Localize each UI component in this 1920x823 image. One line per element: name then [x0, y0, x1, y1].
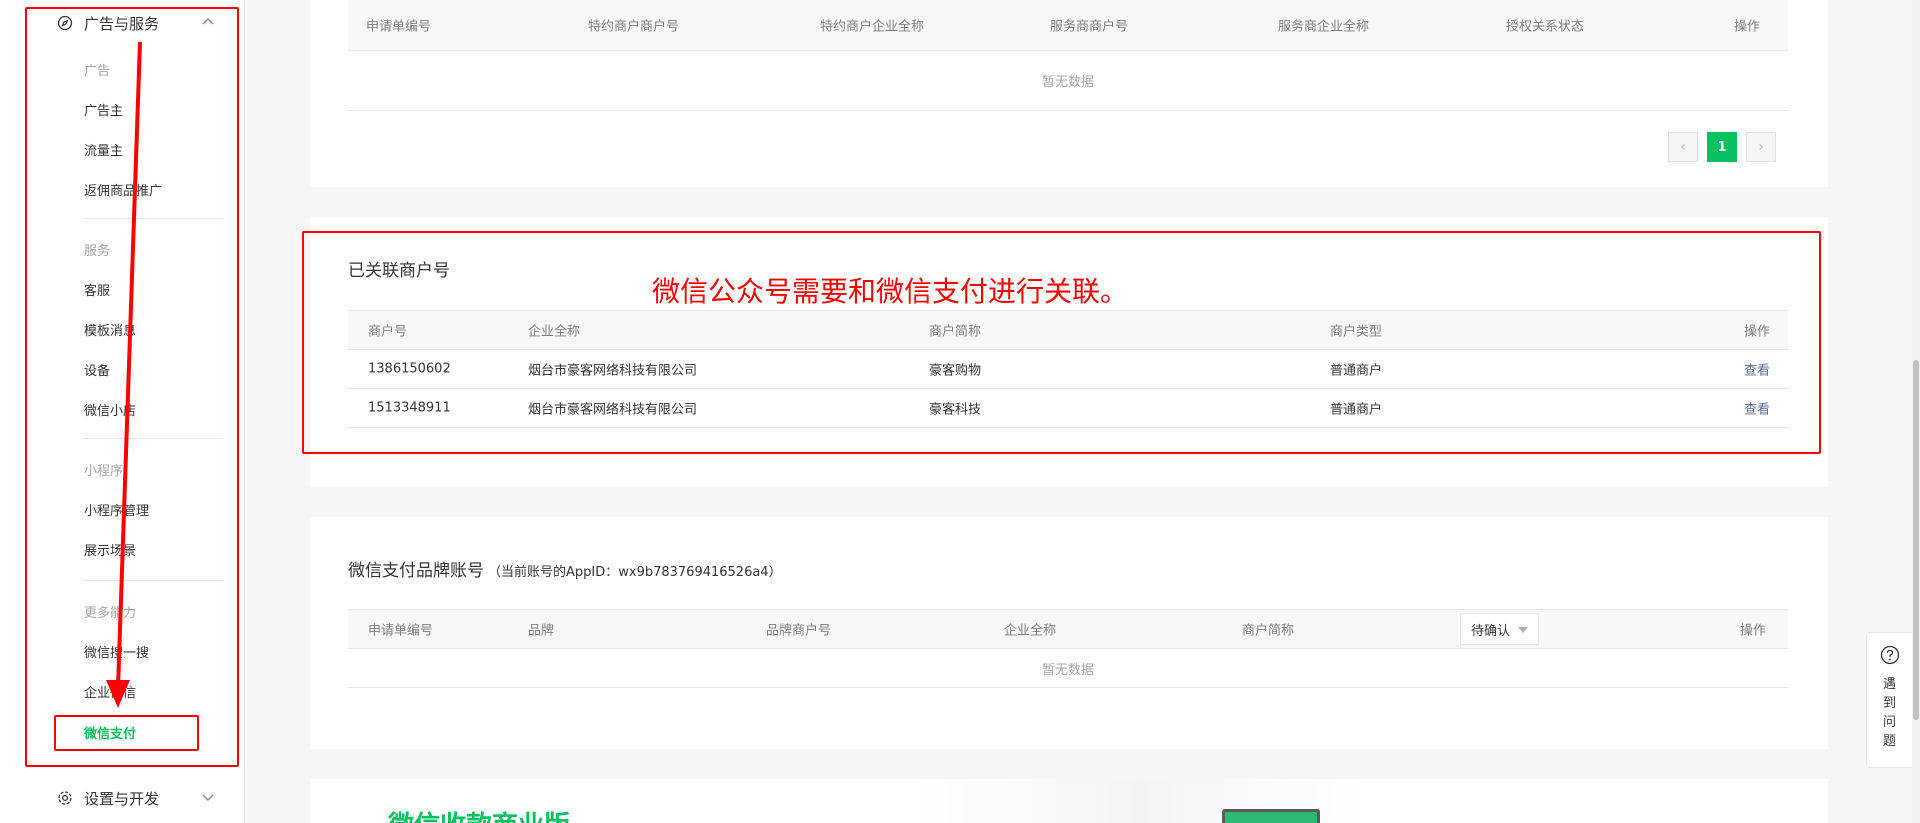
view-link[interactable]: 查看 [1744, 360, 1770, 379]
column-header: 操作 [1734, 19, 1761, 35]
merchant-short-name: 豪客购物 [929, 363, 982, 379]
table-row: 1386150602 烟台市豪客网络科技有限公司 豪客购物 普通商户 查看 [348, 350, 1788, 389]
column-header: 申请单编号 [368, 623, 434, 639]
column-header: 特约商户企业全称 [820, 19, 925, 35]
column-header: 服务商企业全称 [1278, 19, 1370, 35]
view-link[interactable]: 查看 [1744, 399, 1770, 418]
column-header: 授权关系状态 [1506, 19, 1585, 35]
scrollbar-thumb[interactable] [1913, 360, 1919, 720]
merchant-type: 普通商户 [1330, 402, 1383, 418]
column-header: 品牌商户号 [766, 623, 832, 639]
chevron-right-icon: › [1758, 139, 1764, 155]
brand-account-card: 微信支付品牌账号 （当前账号的AppID：wx9b783769416526a4）… [310, 517, 1828, 749]
column-header: 服务商商户号 [1050, 19, 1129, 35]
column-header: 特约商户商户号 [588, 19, 680, 35]
company-name: 烟台市豪客网络科技有限公司 [528, 363, 698, 379]
annotation-arrow [106, 41, 142, 708]
annotation-text: 微信公众号需要和微信支付进行关联。 [652, 275, 1129, 308]
card-title: 已关联商户号 [348, 261, 450, 281]
pagination-page-button[interactable]: 1 [1707, 132, 1737, 162]
merchant-type: 普通商户 [1330, 363, 1383, 379]
table-header: 申请单编号 品牌 品牌商户号 企业全称 商户简称 操作 [348, 609, 1788, 649]
column-header: 操作 [1744, 324, 1771, 340]
appid-note: （当前账号的AppID：wx9b783769416526a4） [488, 565, 782, 580]
pagination-next-button[interactable]: › [1746, 132, 1776, 162]
status-filter-dropdown[interactable]: 待确认 [1460, 613, 1540, 645]
column-header: 企业全称 [1004, 623, 1057, 639]
column-header: 商户简称 [929, 324, 982, 340]
merchant-short-name: 豪客科技 [929, 402, 982, 418]
column-header: 申请单编号 [366, 19, 432, 35]
promo-card: 微信收款商业版 [310, 779, 1828, 823]
auth-relation-card: 申请单编号 特约商户商户号 特约商户企业全称 服务商商户号 服务商企业全称 授权… [310, 0, 1828, 187]
column-header: 企业全称 [528, 324, 581, 340]
caret-down-icon [1518, 622, 1529, 637]
device-illustration [1222, 809, 1320, 823]
table-header: 申请单编号 特约商户商户号 特约商户企业全称 服务商商户号 服务商企业全称 授权… [348, 0, 1788, 51]
promo-title: 微信收款商业版 [388, 805, 570, 823]
scrollbar-track[interactable] [1912, 0, 1920, 823]
question-icon [1880, 645, 1900, 669]
empty-state: 暂无数据 [348, 51, 1788, 111]
column-header: 商户类型 [1330, 324, 1383, 340]
help-label: 遇到问题 [1882, 677, 1896, 749]
column-header: 操作 [1740, 623, 1767, 639]
column-header: 商户号 [368, 324, 408, 340]
status-filter-value: 待确认 [1471, 623, 1511, 639]
table-header: 商户号 企业全称 商户简称 商户类型 操作 [348, 310, 1788, 350]
chevron-left-icon: ‹ [1680, 139, 1686, 155]
card-title-row: 微信支付品牌账号 （当前账号的AppID：wx9b783769416526a4） [348, 556, 782, 581]
merchant-id: 1386150602 [368, 361, 451, 377]
table-row: 1513348911 烟台市豪客网络科技有限公司 豪客科技 普通商户 查看 [348, 389, 1788, 428]
card-title: 微信支付品牌账号 [348, 561, 484, 581]
merchant-id: 1513348911 [368, 400, 451, 416]
column-header: 品牌 [528, 623, 555, 639]
column-header: 商户简称 [1242, 623, 1295, 639]
empty-state: 暂无数据 [348, 649, 1788, 688]
company-name: 烟台市豪客网络科技有限公司 [528, 402, 698, 418]
linked-merchants-card: 已关联商户号 商户号 企业全称 商户简称 商户类型 操作 1386150602 … [310, 217, 1828, 487]
pagination-prev-button[interactable]: ‹ [1668, 132, 1698, 162]
help-widget[interactable]: 遇到问题 [1866, 632, 1912, 768]
